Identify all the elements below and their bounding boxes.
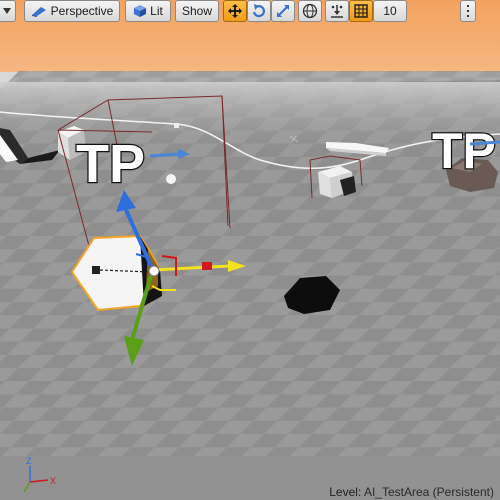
spline-point	[174, 123, 179, 128]
level-name: AI_TestArea (Persistent)	[363, 485, 494, 499]
rotate-mode-button[interactable]	[247, 0, 271, 22]
axis-indicator-x: X	[50, 476, 56, 486]
tp-label-right: TP	[432, 123, 496, 179]
tp-direction-arrow-right	[469, 140, 500, 146]
show-label: Show	[181, 4, 213, 18]
scale-icon	[277, 5, 289, 17]
surface-snap-icon	[331, 5, 343, 18]
chevron-down-icon	[3, 8, 11, 14]
grid-snap-value: 10	[383, 4, 397, 18]
perspective-label: Perspective	[50, 4, 114, 18]
scale-mode-button[interactable]	[271, 0, 295, 22]
scene-canvas[interactable]: TP TP Z X	[0, 0, 500, 500]
white-sphere	[166, 174, 176, 184]
grid-snap-toggle-button[interactable]	[349, 0, 373, 22]
viewport-toolbar: Perspective Lit Show 10	[0, 0, 500, 24]
level-prefix: Level:	[329, 485, 362, 499]
globe-icon	[302, 3, 318, 19]
viewport-layout-button[interactable]	[460, 0, 476, 22]
perspective-button[interactable]: Perspective	[24, 0, 120, 22]
more-vertical-icon	[467, 5, 469, 17]
tp-label-left: TP	[76, 134, 145, 194]
level-viewport[interactable]: TP TP Z X Perspective Lit Show 10 Level:…	[0, 0, 500, 500]
show-flags-button[interactable]: Show	[175, 0, 219, 22]
level-label: Level: AI_TestArea (Persistent)	[329, 485, 494, 499]
move-arrows-icon	[228, 4, 242, 18]
surface-snapping-button[interactable]	[325, 0, 349, 22]
lit-cube-icon	[134, 5, 147, 17]
rotate-icon	[252, 4, 265, 18]
axis-indicator-z: Z	[26, 456, 32, 466]
world-local-toggle-button[interactable]	[298, 0, 322, 22]
lit-view-mode-button[interactable]: Lit	[125, 0, 171, 22]
grid-icon	[354, 4, 368, 18]
viewport-options-button[interactable]	[0, 0, 16, 22]
lit-label: Lit	[150, 4, 163, 18]
translate-mode-button[interactable]	[223, 0, 247, 22]
grid-snap-size-dropdown[interactable]: 10	[373, 0, 407, 22]
perspective-camera-icon	[31, 7, 46, 17]
